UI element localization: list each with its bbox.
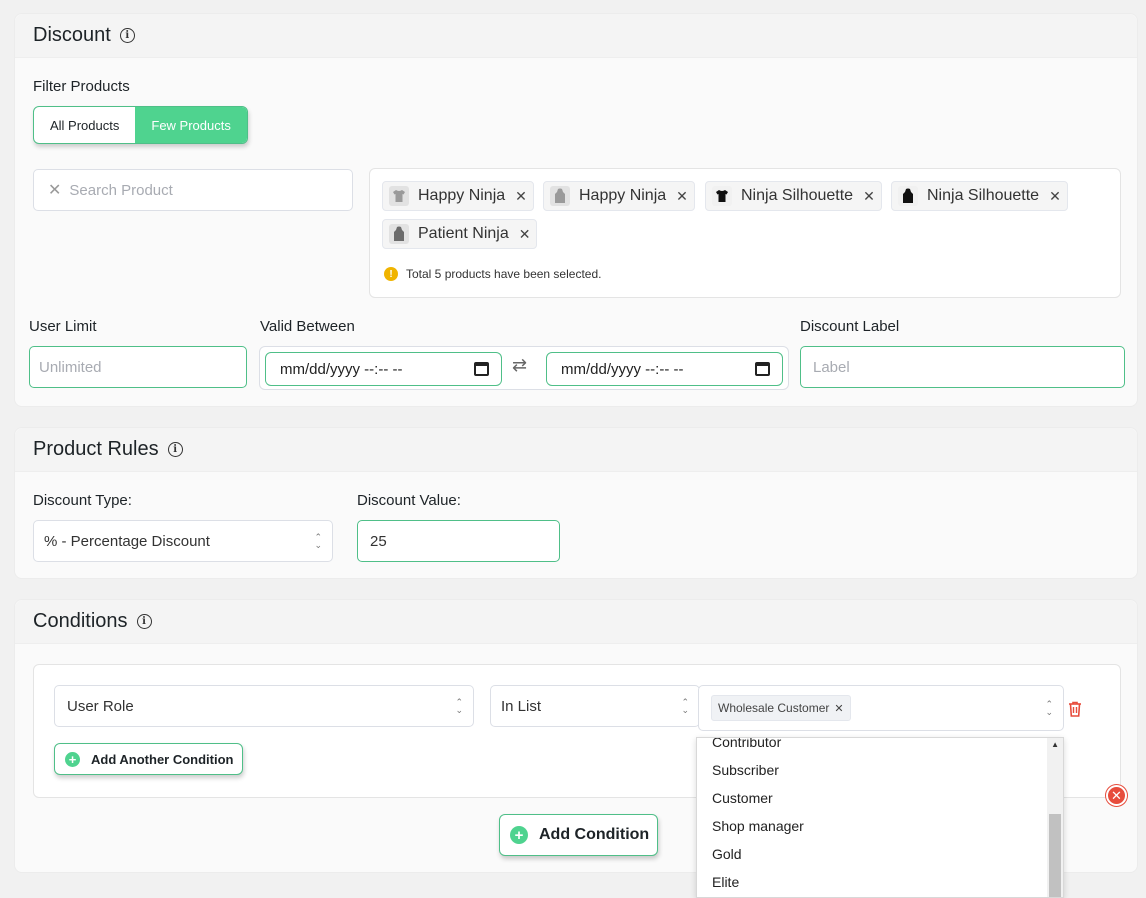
hoodie-icon: [550, 186, 570, 206]
condition-field-value: User Role: [67, 697, 134, 715]
dropdown-option[interactable]: Subscriber: [697, 756, 1047, 784]
dropdown-option[interactable]: Customer: [697, 784, 1047, 812]
remove-tag-icon[interactable]: ✕: [1049, 188, 1061, 205]
remove-tag-icon[interactable]: ✕: [519, 226, 531, 243]
scrollbar-thumb[interactable]: [1049, 814, 1061, 897]
role-tag: Wholesale Customer ✕: [711, 695, 851, 721]
remove-tag-icon[interactable]: ✕: [863, 188, 875, 205]
selected-products-box: Happy Ninja ✕ Happy Ninja ✕ Ninja Silhou…: [369, 168, 1121, 298]
condition-operator-value: In List: [501, 697, 542, 715]
start-date-input[interactable]: mm/dd/yyyy --:-- --: [265, 352, 502, 386]
discount-label-label: Discount Label: [800, 318, 900, 335]
valid-between-range: mm/dd/yyyy --:-- -- ⇄ mm/dd/yyyy --:-- -…: [259, 346, 789, 390]
product-tag-label: Happy Ninja: [579, 187, 667, 204]
close-icon[interactable]: ✕: [1106, 785, 1127, 806]
add-condition-button[interactable]: + Add Condition: [499, 814, 659, 856]
user-limit-placeholder: Unlimited: [39, 358, 102, 376]
tshirt-icon: [389, 186, 409, 206]
conditions-header: Conditions i: [15, 600, 1137, 644]
select-arrows-icon: ⌃ ⌄: [455, 697, 463, 715]
filter-products-label: Filter Products: [33, 78, 130, 95]
add-another-condition-button[interactable]: + Add Another Condition: [54, 743, 243, 775]
select-arrows-icon: ⌃ ⌄: [681, 697, 689, 715]
dropdown-scrollbar[interactable]: ▲: [1047, 738, 1063, 897]
info-icon[interactable]: i: [119, 28, 135, 43]
product-tag-label: Ninja Silhouette: [927, 187, 1040, 204]
filter-option-all-products[interactable]: All Products: [34, 107, 135, 143]
end-date-input[interactable]: mm/dd/yyyy --:-- --: [546, 352, 783, 386]
hoodie-icon: [389, 224, 409, 244]
delete-condition-icon[interactable]: [1066, 700, 1084, 723]
select-arrows-icon: ⌃ ⌄: [1045, 699, 1053, 717]
product-tag: Happy Ninja ✕: [543, 181, 695, 211]
plus-icon: +: [65, 751, 80, 767]
role-tag-label: Wholesale Customer: [718, 701, 830, 715]
discount-value: 25: [370, 532, 387, 550]
calendar-icon[interactable]: [474, 362, 489, 376]
user-limit-label: User Limit: [29, 318, 97, 335]
selection-notice: ! Total 5 products have been selected.: [384, 267, 601, 281]
discount-title: Discount: [33, 24, 111, 46]
discount-type-value: % - Percentage Discount: [44, 532, 210, 550]
discount-label-placeholder: Label: [813, 358, 850, 376]
product-tag: Patient Ninja ✕: [382, 219, 538, 249]
hoodie-icon: [898, 186, 918, 206]
filter-option-few-products[interactable]: Few Products: [135, 107, 247, 143]
calendar-icon[interactable]: [755, 362, 770, 376]
scroll-up-icon[interactable]: ▲: [1051, 740, 1059, 749]
user-role-multiselect[interactable]: Wholesale Customer ✕ ⌃ ⌄: [698, 685, 1064, 731]
product-rules-title: Product Rules: [33, 438, 159, 460]
valid-between-label: Valid Between: [260, 318, 355, 335]
swap-arrows-icon: ⇄: [512, 355, 528, 375]
discount-label-input[interactable]: Label: [800, 346, 1125, 388]
selection-notice-text: Total 5 products have been selected.: [406, 267, 602, 281]
product-tag: Ninja Silhouette ✕: [705, 181, 882, 211]
product-tag-label: Patient Ninja: [418, 225, 509, 242]
discount-type-select[interactable]: % - Percentage Discount ⌃ ⌄: [33, 520, 333, 562]
remove-tag-icon[interactable]: ✕: [515, 188, 527, 205]
discount-card: Discount i Filter Products All Products …: [14, 13, 1138, 407]
product-tag-label: Happy Ninja: [418, 187, 506, 204]
add-condition-label: Add Condition: [539, 826, 650, 843]
discount-value-input[interactable]: 25: [357, 520, 560, 562]
user-limit-input[interactable]: Unlimited: [29, 346, 247, 388]
product-tag: Ninja Silhouette ✕: [891, 181, 1068, 211]
condition-operator-select[interactable]: In List ⌃ ⌄: [490, 685, 700, 727]
clear-icon[interactable]: ✕: [48, 180, 61, 200]
info-icon[interactable]: i: [136, 614, 152, 629]
dropdown-option[interactable]: Elite: [697, 868, 1047, 896]
user-role-dropdown: Contributor Subscriber Customer Shop man…: [696, 737, 1064, 898]
warning-icon: !: [384, 267, 398, 281]
condition-field-select[interactable]: User Role ⌃ ⌄: [54, 685, 474, 727]
tshirt-icon: [712, 186, 732, 206]
filter-products-toggle: All Products Few Products: [33, 106, 248, 144]
remove-tag-icon[interactable]: ✕: [676, 188, 688, 205]
info-icon[interactable]: i: [167, 442, 183, 457]
dropdown-option[interactable]: Contributor: [697, 738, 1047, 756]
remove-tag-icon[interactable]: ✕: [834, 702, 843, 715]
discount-card-header: Discount i: [15, 14, 1137, 58]
select-arrows-icon: ⌃ ⌄: [314, 532, 322, 550]
product-tag: Happy Ninja ✕: [382, 181, 534, 211]
dropdown-option[interactable]: Gold: [697, 840, 1047, 868]
start-date-value: mm/dd/yyyy --:-- --: [280, 360, 403, 378]
discount-value-label: Discount Value:: [357, 492, 461, 509]
conditions-title: Conditions: [33, 610, 128, 632]
product-rules-card: Product Rules i Discount Type: % - Perce…: [14, 427, 1138, 579]
search-product-placeholder: Search Product: [69, 181, 173, 199]
product-tag-label: Ninja Silhouette: [741, 187, 854, 204]
add-another-condition-label: Add Another Condition: [91, 751, 234, 767]
end-date-value: mm/dd/yyyy --:-- --: [561, 360, 684, 378]
discount-type-label: Discount Type:: [33, 492, 132, 509]
product-rules-header: Product Rules i: [15, 428, 1137, 472]
dropdown-option[interactable]: Shop manager: [697, 812, 1047, 840]
plus-icon: +: [510, 826, 528, 844]
search-product-input[interactable]: ✕ Search Product: [33, 169, 353, 211]
